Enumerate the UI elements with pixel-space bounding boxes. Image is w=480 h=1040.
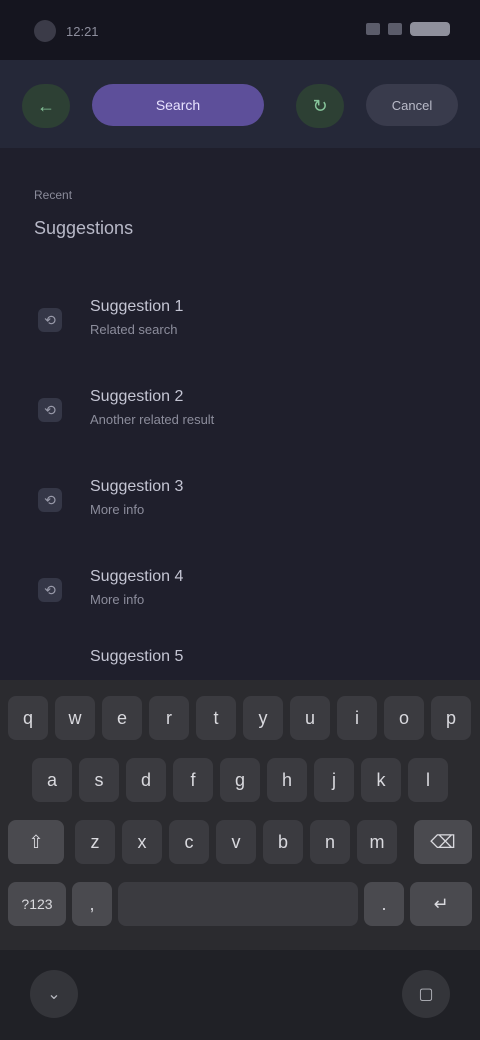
list-item-title: Suggestion 2 [90, 388, 184, 405]
status-right [366, 22, 450, 36]
key-t[interactable]: t [196, 696, 236, 740]
list-item-title: Suggestion 3 [90, 478, 184, 495]
list-item-title: Suggestion 4 [90, 568, 184, 585]
back-button[interactable]: ← [22, 84, 70, 128]
list-item[interactable]: ⟲ Suggestion 3 More info [0, 468, 480, 548]
status-left: 12:21 [34, 20, 99, 42]
backspace-key[interactable]: ⌫ [414, 820, 472, 864]
history-icon: ⟲ [38, 398, 62, 422]
status-time: 12:21 [66, 23, 99, 39]
back-icon: ← [37, 95, 55, 116]
cancel-button[interactable]: Cancel [366, 84, 458, 126]
list-item[interactable]: ⟲ Suggestion 2 Another related result [0, 378, 480, 458]
list-item-subtitle: More info [90, 592, 145, 607]
key-w[interactable]: w [55, 696, 95, 740]
status-indicator-icon [34, 20, 56, 42]
keyboard-row-3: ⇧ z x c v b n m ⌫ [0, 820, 480, 870]
wifi-icon [388, 23, 402, 35]
key-r[interactable]: r [149, 696, 189, 740]
enter-key[interactable]: ↵ [410, 882, 472, 926]
shift-key[interactable]: ⇧ [8, 820, 64, 864]
key-a[interactable]: a [32, 758, 72, 802]
list-item-subtitle: More info [90, 502, 145, 517]
key-s[interactable]: s [79, 758, 119, 802]
key-v[interactable]: v [216, 820, 256, 864]
recents-button[interactable]: ▢ [402, 970, 450, 1018]
key-o[interactable]: o [384, 696, 424, 740]
key-c[interactable]: c [169, 820, 209, 864]
key-m[interactable]: m [357, 820, 397, 864]
keyboard-hide-icon: ⌄ [47, 986, 61, 1003]
search-pill-label: Search [155, 97, 201, 113]
history-icon: ⟲ [38, 488, 62, 512]
search-pill[interactable]: Search [92, 84, 264, 126]
key-j[interactable]: j [314, 758, 354, 802]
key-u[interactable]: u [290, 696, 330, 740]
keyboard-row-1: q w e r t y u i o p [0, 696, 480, 746]
refresh-button[interactable]: ↻ [296, 84, 344, 128]
key-l[interactable]: l [408, 758, 448, 802]
content: Recent Suggestions ⟲ Suggestion 1 Relate… [0, 148, 480, 680]
period-key[interactable]: . [364, 882, 404, 926]
key-g[interactable]: g [220, 758, 260, 802]
list-item-subtitle: Related search [90, 322, 178, 337]
key-n[interactable]: n [310, 820, 350, 864]
list-item[interactable]: ⟲ Suggestion 4 More info [0, 558, 480, 638]
key-y[interactable]: y [243, 696, 283, 740]
history-icon: ⟲ [38, 308, 62, 332]
key-i[interactable]: i [337, 696, 377, 740]
comma-key[interactable]: , [72, 882, 112, 926]
key-h[interactable]: h [267, 758, 307, 802]
list-item-title: Suggestion 5 [90, 648, 184, 665]
list-item[interactable]: ⟲ Suggestion 1 Related search [0, 288, 480, 368]
keyboard: q w e r t y u i o p a s d f g h j k l ⇧ … [0, 680, 480, 950]
key-d[interactable]: d [126, 758, 166, 802]
section-title: Suggestions [34, 218, 134, 238]
cancel-label: Cancel [391, 97, 433, 113]
list-item-title: Suggestion 1 [90, 298, 184, 315]
key-b[interactable]: b [263, 820, 303, 864]
signal-icon [366, 23, 380, 35]
history-icon: ⟲ [38, 578, 62, 602]
keyboard-hide-button[interactable]: ⌄ [30, 970, 78, 1018]
nav-bar: ⌄ ▢ [0, 950, 480, 1040]
battery-icon [410, 22, 450, 36]
numbers-key[interactable]: ?123 [8, 882, 66, 926]
key-q[interactable]: q [8, 696, 48, 740]
key-e[interactable]: e [102, 696, 142, 740]
keyboard-row-4: ?123 , . ↵ [0, 882, 480, 932]
recents-icon: ▢ [418, 986, 434, 1003]
toolbar: ← Search ↻ Cancel [0, 60, 480, 148]
key-p[interactable]: p [431, 696, 471, 740]
list-item-subtitle: Another related result [90, 412, 215, 427]
section-overline: Recent [34, 188, 73, 202]
key-f[interactable]: f [173, 758, 213, 802]
key-k[interactable]: k [361, 758, 401, 802]
refresh-icon: ↻ [312, 95, 328, 116]
space-key[interactable] [118, 882, 358, 926]
key-z[interactable]: z [75, 820, 115, 864]
keyboard-row-2: a s d f g h j k l [0, 758, 480, 808]
status-bar: 12:21 [0, 0, 480, 60]
key-x[interactable]: x [122, 820, 162, 864]
